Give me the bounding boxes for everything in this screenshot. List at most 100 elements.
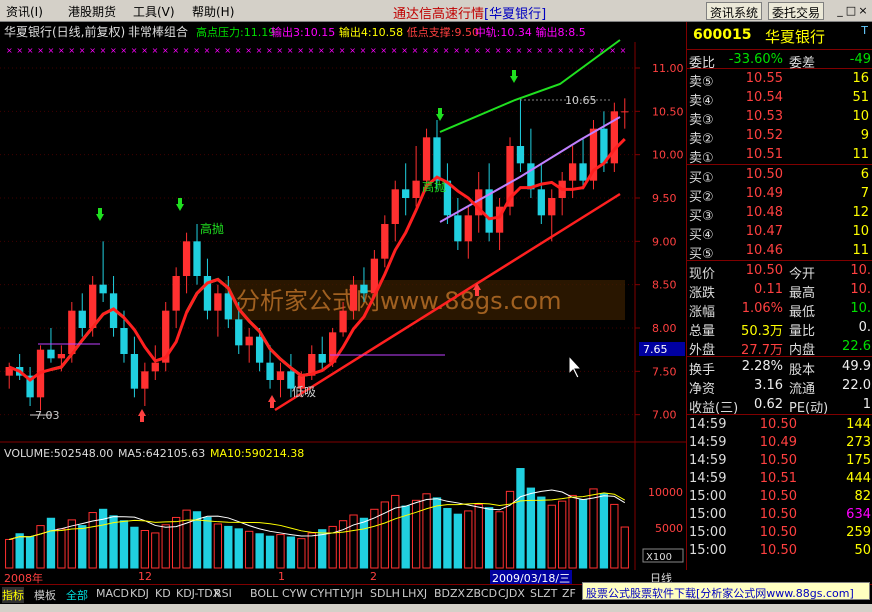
candle-body (99, 284, 107, 294)
tab-lhxj[interactable]: LHXJ (402, 587, 427, 600)
volume-bar (620, 526, 629, 569)
mouse-cursor-icon (568, 354, 583, 379)
price-tick: 9.00 (652, 235, 677, 248)
low-buy-label: 低吸 (292, 385, 316, 399)
tab-cyht[interactable]: CYHT (310, 587, 339, 600)
signal-mark: × (16, 46, 23, 55)
quote-row: 涨幅 1.06% 最低 10. (687, 299, 872, 320)
quote-value-2: 22.6 (842, 339, 871, 354)
quote-value: 0.11 (754, 282, 783, 297)
menu-info[interactable]: 资讯(I) (6, 3, 43, 20)
close-icon[interactable]: × (855, 3, 871, 19)
tick-volume: 444 (846, 471, 871, 486)
tick-volume: 175 (846, 453, 871, 468)
tick-volume: 634 (846, 507, 871, 522)
candle-body (537, 189, 545, 216)
tab-macd[interactable]: MACD (96, 587, 129, 600)
tick-row: 15:00 10.50 634 (687, 505, 872, 523)
chart-svg[interactable]: 华夏银行(日线,前复权) 非常棒组合 高点压力:11.19输出3:10.15 输出… (0, 22, 686, 570)
quote-value-2: 0. (858, 320, 871, 335)
tab-kd[interactable]: KD (155, 587, 171, 600)
quote-row: 现价 10.50 今开 10. (687, 261, 872, 282)
volume-bar (484, 507, 494, 569)
tab-kdj[interactable]: KDJ (130, 587, 149, 600)
menu-help[interactable]: 帮助(H) (192, 3, 234, 20)
ask-row[interactable]: 卖① 10.51 11 (687, 145, 872, 166)
stock-title: [华夏银行] (484, 7, 547, 22)
tab-cjdx[interactable]: CJDX (498, 587, 525, 600)
ask-row[interactable]: 卖⑤ 10.55 16 (687, 69, 872, 90)
signal-mark: × (172, 46, 179, 55)
ask-row[interactable]: 卖③ 10.53 10 (687, 107, 872, 128)
tab-slzt[interactable]: SLZT (530, 587, 557, 600)
volume-bar (297, 538, 306, 569)
bid-row[interactable]: 买② 10.49 7 (687, 184, 872, 205)
ask-price: 10.55 (745, 71, 783, 86)
ask-row[interactable]: 卖④ 10.54 51 (687, 88, 872, 109)
tick-time: 15:00 (689, 543, 727, 558)
volume-bar (119, 520, 129, 569)
candle-body (214, 293, 222, 311)
signal-mark: × (141, 46, 148, 55)
ask-price: 10.51 (745, 147, 783, 162)
bid-row[interactable]: 买⑤ 10.46 11 (687, 241, 872, 262)
tick-time: 14:59 (689, 417, 727, 432)
signal-mark: × (516, 46, 523, 55)
tick-time: 15:00 (689, 507, 727, 522)
info-system-button[interactable]: 资讯系统 (706, 2, 763, 20)
volume-bar (286, 536, 296, 569)
ask-row[interactable]: 卖② 10.52 9 (687, 126, 872, 147)
bid-row[interactable]: 买① 10.50 6 (687, 165, 872, 186)
volume-bar (453, 513, 463, 569)
indicator-label: 输出8:8.5 (536, 25, 586, 39)
bid-price: 10.48 (745, 205, 783, 220)
bid-row[interactable]: 买④ 10.47 10 (687, 222, 872, 243)
menu-tools[interactable]: 工具(V) (133, 3, 175, 20)
stats-value-2: 1 (862, 397, 871, 412)
stats-row: 收益(三) 0.62 PE(动) 1 (687, 395, 872, 416)
bid-row[interactable]: 买③ 10.48 12 (687, 203, 872, 224)
menu-hk-futures[interactable]: 港股期货 (68, 3, 116, 20)
weicha-value: -49 (849, 52, 871, 67)
tick-price: 10.50 (759, 507, 797, 522)
price-tick: 9.50 (652, 192, 677, 205)
candle-body (433, 137, 441, 181)
signal-mark: × (79, 46, 86, 55)
volume-bar (78, 525, 87, 569)
candles (5, 98, 629, 411)
signal-mark: × (89, 46, 96, 55)
tab-boll[interactable]: BOLL (250, 587, 278, 600)
ask-price: 10.53 (745, 109, 783, 124)
kline-chart[interactable]: 华夏银行(日线,前复权) 非常棒组合 高点压力:11.19 输出3:10.15 输出… (0, 22, 686, 570)
candle-body (245, 336, 253, 346)
candle-body (454, 215, 462, 242)
bid-price: 10.46 (745, 243, 783, 258)
tab-全部[interactable]: 全部 (66, 587, 88, 603)
tab-sdlh[interactable]: SDLH (370, 587, 400, 600)
tab-zf[interactable]: ZF (562, 587, 576, 600)
tab-bdzx[interactable]: BDZX (434, 587, 465, 600)
tab-cyw[interactable]: CYW (282, 587, 307, 600)
trade-button[interactable]: 委托交易 (768, 2, 825, 20)
signal-mark: × (308, 46, 315, 55)
tab-zbcd[interactable]: ZBCD (466, 587, 497, 600)
signal-mark: × (256, 46, 263, 55)
quote-value-2: 10. (850, 263, 871, 278)
candle-body (255, 336, 264, 363)
app-title-text: 通达信高速行情 (393, 7, 485, 22)
volume-axis-10000: 10000 (648, 486, 683, 499)
signal-mark: × (204, 46, 211, 55)
bid-volume: 10 (852, 224, 869, 239)
tab-模板[interactable]: 模板 (34, 587, 56, 603)
tick-volume: 259 (846, 525, 871, 540)
tab-lyjh[interactable]: LYJH (340, 587, 363, 600)
volume-bar (203, 516, 212, 569)
volume-axis-5000: 5000 (655, 522, 683, 535)
tab-rsi[interactable]: RSI (214, 587, 232, 600)
tick-row: 14:59 10.50 144 (687, 415, 872, 433)
signal-mark: × (370, 46, 377, 55)
tick-list: 14:59 10.50 144 14:59 10.49 273 14:59 10.50 175 1… (687, 415, 872, 559)
tab-指标[interactable]: 指标 (2, 587, 24, 603)
tick-volume: 144 (846, 417, 871, 432)
signal-mark: × (193, 46, 200, 55)
